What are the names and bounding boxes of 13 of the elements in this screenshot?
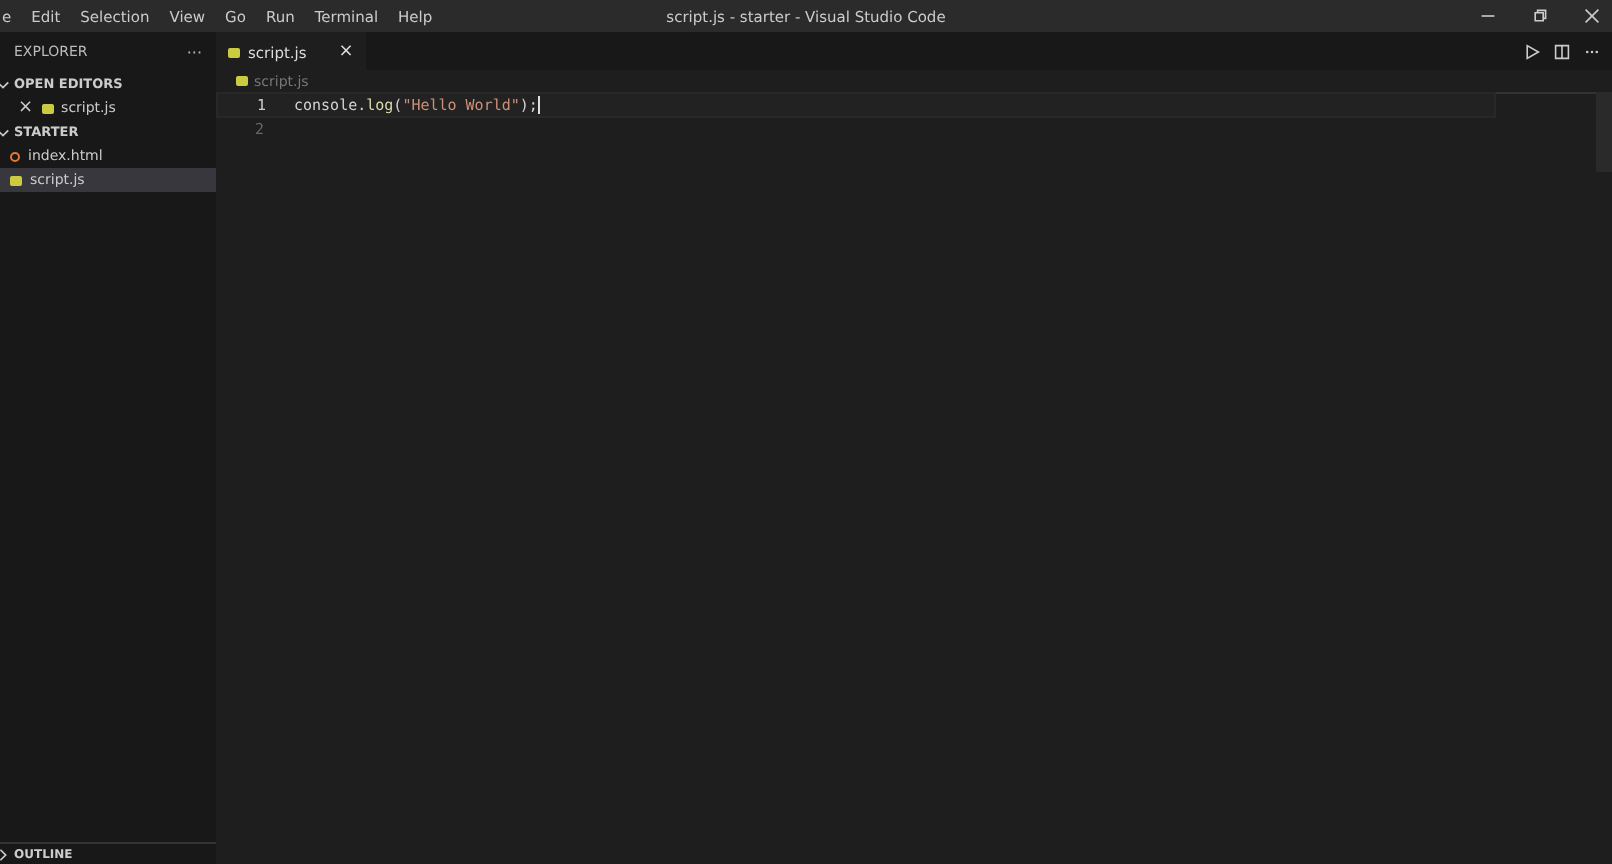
close-icon[interactable]	[1584, 8, 1600, 24]
js-file-icon	[41, 103, 54, 113]
run-icon[interactable]	[1524, 43, 1540, 59]
close-icon[interactable]: ×	[18, 98, 34, 118]
js-file-icon	[236, 76, 248, 86]
text-cursor	[537, 96, 540, 114]
restore-icon[interactable]	[1532, 8, 1548, 24]
more-actions-button[interactable]: ···	[186, 43, 202, 61]
js-file-icon	[228, 47, 240, 57]
js-file-icon	[10, 175, 22, 185]
close-icon[interactable]: ×	[338, 42, 354, 62]
split-editor-icon[interactable]	[1554, 43, 1570, 59]
html-file-icon	[10, 151, 20, 161]
